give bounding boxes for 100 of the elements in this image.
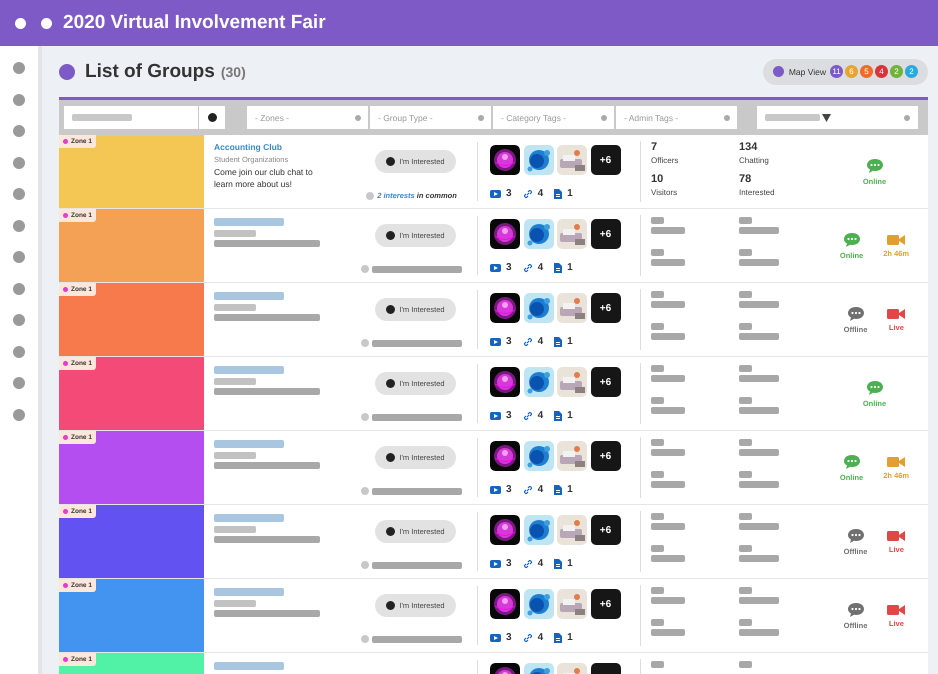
placeholder-bar bbox=[651, 301, 685, 308]
dot-icon bbox=[41, 18, 52, 28]
placeholder-bar bbox=[739, 619, 752, 626]
placeholder-bar bbox=[739, 439, 752, 446]
placeholder-bar bbox=[651, 249, 664, 256]
more-thumbnails-tile[interactable]: +6 bbox=[590, 293, 620, 323]
more-thumbnails-tile[interactable]: +6 bbox=[590, 441, 620, 471]
file-count: 1 bbox=[567, 484, 573, 495]
video-count: 3 bbox=[506, 262, 512, 273]
placeholder-bar bbox=[214, 600, 256, 607]
video-icon bbox=[490, 338, 501, 346]
nav-icon[interactable] bbox=[13, 188, 25, 200]
chat-icon[interactable] bbox=[846, 306, 864, 322]
placeholder-bar bbox=[651, 439, 664, 446]
document-icon bbox=[554, 336, 562, 346]
placeholder-bar bbox=[765, 114, 820, 121]
group-title-link[interactable]: Accounting Club bbox=[214, 142, 354, 152]
nav-icon[interactable] bbox=[13, 220, 25, 232]
placeholder-bar bbox=[214, 378, 256, 385]
more-thumbnails-tile[interactable]: +6 bbox=[590, 515, 620, 545]
video-camera-icon[interactable] bbox=[887, 604, 906, 616]
placeholder-bar bbox=[739, 259, 779, 266]
count-badge: 2 bbox=[890, 65, 903, 78]
link-icon bbox=[522, 262, 533, 272]
link-count: 4 bbox=[538, 336, 544, 347]
more-thumbnails-tile[interactable]: +6 bbox=[590, 219, 620, 249]
stat-label: Chatting bbox=[739, 156, 770, 166]
count-badge: 5 bbox=[860, 65, 873, 78]
placeholder-bar bbox=[214, 662, 284, 670]
placeholder-bar bbox=[214, 304, 256, 311]
placeholder-bar bbox=[214, 366, 284, 374]
more-thumbnails-tile[interactable]: +6 bbox=[590, 367, 620, 397]
placeholder-bar bbox=[651, 365, 664, 372]
dot-icon bbox=[15, 18, 26, 28]
chat-icon[interactable] bbox=[866, 158, 884, 174]
placeholder-bar bbox=[214, 440, 284, 448]
placeholder-bar bbox=[739, 217, 752, 224]
placeholder-bar bbox=[651, 375, 685, 382]
placeholder-bar bbox=[651, 227, 685, 234]
dot-icon bbox=[361, 265, 369, 273]
nav-icon[interactable] bbox=[13, 62, 25, 74]
nav-icon[interactable] bbox=[13, 251, 25, 263]
chat-icon[interactable] bbox=[846, 602, 864, 618]
placeholder-bar bbox=[739, 291, 752, 298]
dot-icon bbox=[59, 64, 75, 80]
file-count: 1 bbox=[567, 336, 573, 347]
placeholder-bar bbox=[651, 587, 664, 594]
nav-icon[interactable] bbox=[13, 408, 25, 420]
stat-value: 134 bbox=[739, 141, 758, 153]
link-icon bbox=[522, 188, 533, 198]
count-badge: 6 bbox=[845, 65, 858, 78]
video-camera-icon[interactable] bbox=[887, 456, 906, 468]
link-icon bbox=[522, 558, 533, 568]
chat-icon[interactable] bbox=[842, 232, 861, 248]
video-camera-icon[interactable] bbox=[887, 530, 906, 542]
placeholder-bar bbox=[651, 471, 664, 478]
file-count: 1 bbox=[567, 632, 573, 643]
placeholder-bar bbox=[739, 629, 779, 636]
more-thumbnails-tile[interactable]: +6 bbox=[590, 145, 620, 175]
stat-label: Visitors bbox=[651, 188, 678, 198]
search-button[interactable] bbox=[199, 106, 225, 129]
document-icon bbox=[554, 484, 562, 494]
link-icon bbox=[522, 632, 533, 642]
dot-icon bbox=[772, 66, 784, 77]
map-view-button[interactable]: Map View 11 6 5 4 2 2 bbox=[762, 58, 928, 84]
nav-icon[interactable] bbox=[13, 156, 25, 168]
placeholder-bar bbox=[739, 333, 779, 340]
stat-value: 7 bbox=[651, 141, 658, 153]
chat-icon[interactable] bbox=[842, 454, 861, 470]
placeholder-bar bbox=[739, 471, 752, 478]
video-count: 3 bbox=[506, 484, 512, 495]
chat-icon[interactable] bbox=[846, 528, 864, 544]
search-field[interactable] bbox=[64, 106, 198, 129]
video-icon bbox=[490, 190, 501, 198]
dot-icon bbox=[361, 635, 369, 643]
placeholder-bar bbox=[739, 587, 752, 594]
stat-label: Interested bbox=[739, 188, 776, 198]
nav-icon[interactable] bbox=[13, 314, 25, 326]
nav-icon[interactable] bbox=[13, 125, 25, 137]
placeholder-bar bbox=[651, 323, 664, 330]
link-count: 4 bbox=[538, 262, 544, 273]
placeholder-bar bbox=[651, 397, 664, 404]
placeholder-bar bbox=[739, 365, 752, 372]
placeholder-bar bbox=[214, 218, 284, 226]
nav-icon[interactable] bbox=[13, 282, 25, 294]
nav-icon[interactable] bbox=[13, 94, 25, 106]
video-camera-icon[interactable] bbox=[887, 234, 906, 246]
video-icon bbox=[490, 634, 501, 642]
nav-icon[interactable] bbox=[13, 346, 25, 358]
link-icon bbox=[522, 484, 533, 494]
placeholder-bar bbox=[739, 301, 779, 308]
video-icon bbox=[490, 486, 501, 494]
more-thumbnails-tile[interactable]: +6 bbox=[590, 589, 620, 619]
placeholder-bar bbox=[651, 523, 685, 530]
nav-icon[interactable] bbox=[13, 377, 25, 389]
placeholder-bar bbox=[214, 292, 284, 300]
placeholder-bar bbox=[72, 114, 132, 121]
video-camera-icon[interactable] bbox=[887, 308, 906, 320]
document-icon bbox=[554, 188, 562, 198]
chat-icon[interactable] bbox=[866, 380, 884, 396]
